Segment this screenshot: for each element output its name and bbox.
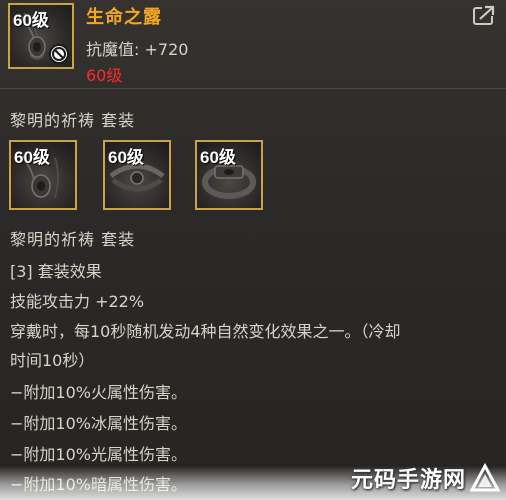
watermark-text: 元码手游网 — [350, 468, 466, 493]
set-effect-fire: −附加10%火属性伤害。 — [10, 383, 187, 402]
item-tooltip-panel: 60级 生命之露 抗魔值: +720 60级 黎明的祈祷 套装 60级 60级 … — [0, 0, 506, 500]
item-name: 生命之露 — [86, 7, 162, 28]
set-effect-dark: −附加10%暗属性伤害。 — [10, 475, 187, 494]
set-name-top: 黎明的祈祷 套装 — [10, 111, 136, 130]
set-effect-description: 穿戴时，每10秒随机发动4种自然变化效果之一。（冷却 — [10, 322, 401, 341]
item-required-level: 60级 — [86, 66, 123, 85]
set-effect-light: −附加10%光属性伤害。 — [10, 445, 187, 464]
triangle-logo-icon — [470, 463, 500, 492]
set-piece-level: 60级 — [108, 148, 144, 167]
set-piece-slot-1[interactable]: 60级 — [9, 140, 77, 210]
item-level-badge: 60级 — [13, 11, 49, 30]
set-effect-ice: −附加10%冰属性伤害。 — [10, 414, 187, 433]
site-watermark: 元码手游网 — [351, 462, 500, 494]
set-effect-header: [3] 套装效果 — [10, 262, 102, 281]
forbidden-icon — [49, 44, 69, 64]
header-divider — [0, 88, 506, 89]
set-piece-slot-3[interactable]: 60级 — [195, 140, 263, 210]
item-stat-magic-resist: 抗魔值: +720 — [86, 40, 189, 59]
set-piece-slot-2[interactable]: 60级 — [103, 140, 171, 210]
set-piece-level: 60级 — [14, 148, 50, 167]
set-effect-skill-attack: 技能攻击力 +22% — [10, 292, 145, 311]
set-name-bottom: 黎明的祈祷 套装 — [10, 230, 136, 249]
share-export-icon[interactable] — [472, 4, 496, 26]
set-effect-cooldown: 时间10秒） — [10, 351, 95, 370]
item-slot[interactable]: 60级 — [8, 3, 74, 69]
set-piece-level: 60级 — [200, 148, 236, 167]
